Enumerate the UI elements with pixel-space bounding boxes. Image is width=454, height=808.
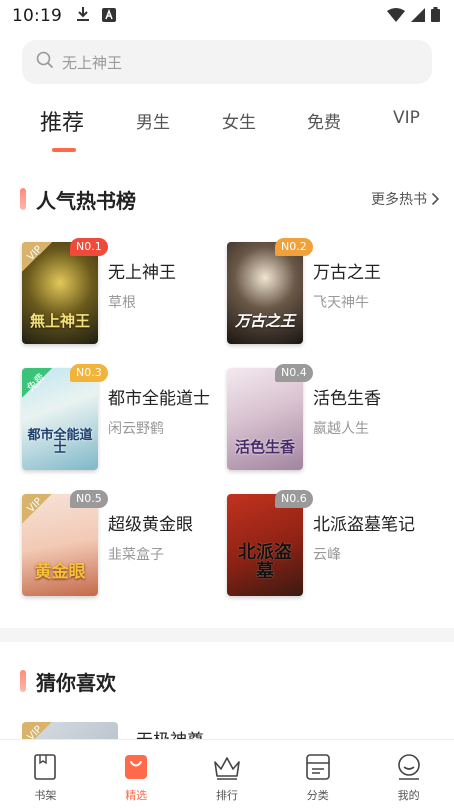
status-icons-left xyxy=(76,6,116,26)
book-author: 韭菜盒子 xyxy=(108,547,164,563)
book-card[interactable]: 免费 都市全能道士 N0.3 都市全能道士 闲云野鹤 xyxy=(22,364,232,474)
book-title: 万古之王 xyxy=(313,263,381,283)
vip-corner-label: VIP xyxy=(25,244,45,263)
tab-recommend[interactable]: 推荐 xyxy=(40,105,84,137)
nav-label: 排行 xyxy=(215,789,238,802)
book-cover: VIP 黄金眼 xyxy=(22,494,98,596)
wifi-icon xyxy=(387,7,405,26)
profile-icon xyxy=(394,752,424,782)
nav-profile[interactable]: 我的 xyxy=(363,740,454,808)
battery-icon xyxy=(431,6,440,26)
tab-vip[interactable]: VIP xyxy=(393,108,420,128)
chevron-right-icon xyxy=(431,192,440,206)
ranking-header: 人气热书榜 更多热书 xyxy=(20,184,440,214)
download-icon xyxy=(76,6,90,26)
nav-ranking[interactable]: 排行 xyxy=(182,740,273,808)
book-title: 北派盗墓笔记 xyxy=(313,515,415,535)
vip-corner-label: VIP xyxy=(25,496,45,515)
rank-badge: N0.2 xyxy=(275,238,313,256)
tab-male[interactable]: 男生 xyxy=(136,108,170,133)
book-card[interactable]: 北派盗墓 N0.6 北派盗墓笔记 云峰 xyxy=(227,490,437,600)
free-corner-label: 免费 xyxy=(25,371,48,394)
bookshelf-icon xyxy=(30,752,60,782)
cover-title-art: 万古之王 xyxy=(234,312,295,331)
category-tabs: 推荐 男生 女生 免费 VIP xyxy=(0,108,454,158)
search-icon xyxy=(36,51,54,73)
tab-female[interactable]: 女生 xyxy=(222,108,256,133)
rank-badge: N0.3 xyxy=(70,364,108,382)
nav-label: 分类 xyxy=(306,789,329,802)
more-books-label: 更多热书 xyxy=(371,192,427,208)
search-placeholder: 无上神王 xyxy=(62,53,123,72)
book-cover: 北派盗墓 xyxy=(227,494,303,596)
book-title: 无上神王 xyxy=(108,263,176,283)
nav-label: 书架 xyxy=(34,789,57,802)
book-title: 超级黄金眼 xyxy=(108,515,193,535)
nav-bookshelf[interactable]: 书架 xyxy=(0,740,91,808)
cover-title-art: 活色生香 xyxy=(234,438,295,457)
crown-icon xyxy=(212,752,242,782)
section-accent-bar xyxy=(20,670,26,692)
search-input[interactable]: 无上神王 xyxy=(22,40,432,84)
cover-title-art: 都市全能道士 xyxy=(27,427,93,457)
guess-header: 猜你喜欢 xyxy=(20,666,440,696)
book-card[interactable]: VIP 黄金眼 N0.5 超级黄金眼 韭菜盒子 xyxy=(22,490,232,600)
book-cover: VIP 無上神王 xyxy=(22,242,98,344)
section-divider xyxy=(0,628,454,642)
nav-label: 我的 xyxy=(397,789,420,802)
book-cover: 活色生香 xyxy=(227,368,303,470)
nav-label: 精选 xyxy=(125,789,148,802)
book-author: 闲云野鹤 xyxy=(108,421,164,437)
guess-title: 猜你喜欢 xyxy=(36,670,116,695)
cover-title-art: 無上神王 xyxy=(29,312,90,331)
rank-badge: N0.1 xyxy=(70,238,108,256)
category-icon xyxy=(303,752,333,782)
nav-category[interactable]: 分类 xyxy=(272,740,363,808)
featured-bag-icon xyxy=(121,752,151,782)
more-books-link[interactable]: 更多热书 xyxy=(371,189,440,209)
book-cover: 免费 都市全能道士 xyxy=(22,368,98,470)
cover-title-art: 北派盗墓 xyxy=(238,542,292,583)
book-author: 云峰 xyxy=(313,547,341,563)
tab-indicator xyxy=(52,148,76,152)
rank-badge: N0.4 xyxy=(275,364,313,382)
ranking-title: 人气热书榜 xyxy=(36,188,136,213)
book-title: 活色生香 xyxy=(313,389,381,409)
cellular-icon xyxy=(411,7,425,26)
section-accent-bar xyxy=(20,188,26,210)
book-card[interactable]: 万古之王 N0.2 万古之王 飞天神牛 xyxy=(227,238,437,348)
rank-badge: N0.6 xyxy=(275,490,313,508)
status-bar: 10:19 xyxy=(0,0,454,32)
cover-title-art: 黄金眼 xyxy=(34,562,86,583)
rank-badge: N0.5 xyxy=(70,490,108,508)
notification-a-icon xyxy=(102,7,116,26)
book-author: 飞天神牛 xyxy=(313,295,369,311)
status-time: 10:19 xyxy=(12,6,62,26)
book-cover: 万古之王 xyxy=(227,242,303,344)
bottom-nav: 书架 精选 排行 分类 我的 xyxy=(0,739,454,808)
tab-free[interactable]: 免费 xyxy=(307,108,341,133)
nav-featured[interactable]: 精选 xyxy=(91,740,182,808)
book-author: 嬴越人生 xyxy=(313,421,369,437)
book-author: 草根 xyxy=(108,295,136,311)
book-title: 都市全能道士 xyxy=(108,389,210,409)
status-icons-right xyxy=(387,6,440,26)
book-card[interactable]: 活色生香 N0.4 活色生香 嬴越人生 xyxy=(227,364,437,474)
book-card[interactable]: VIP 無上神王 N0.1 无上神王 草根 xyxy=(22,238,232,348)
